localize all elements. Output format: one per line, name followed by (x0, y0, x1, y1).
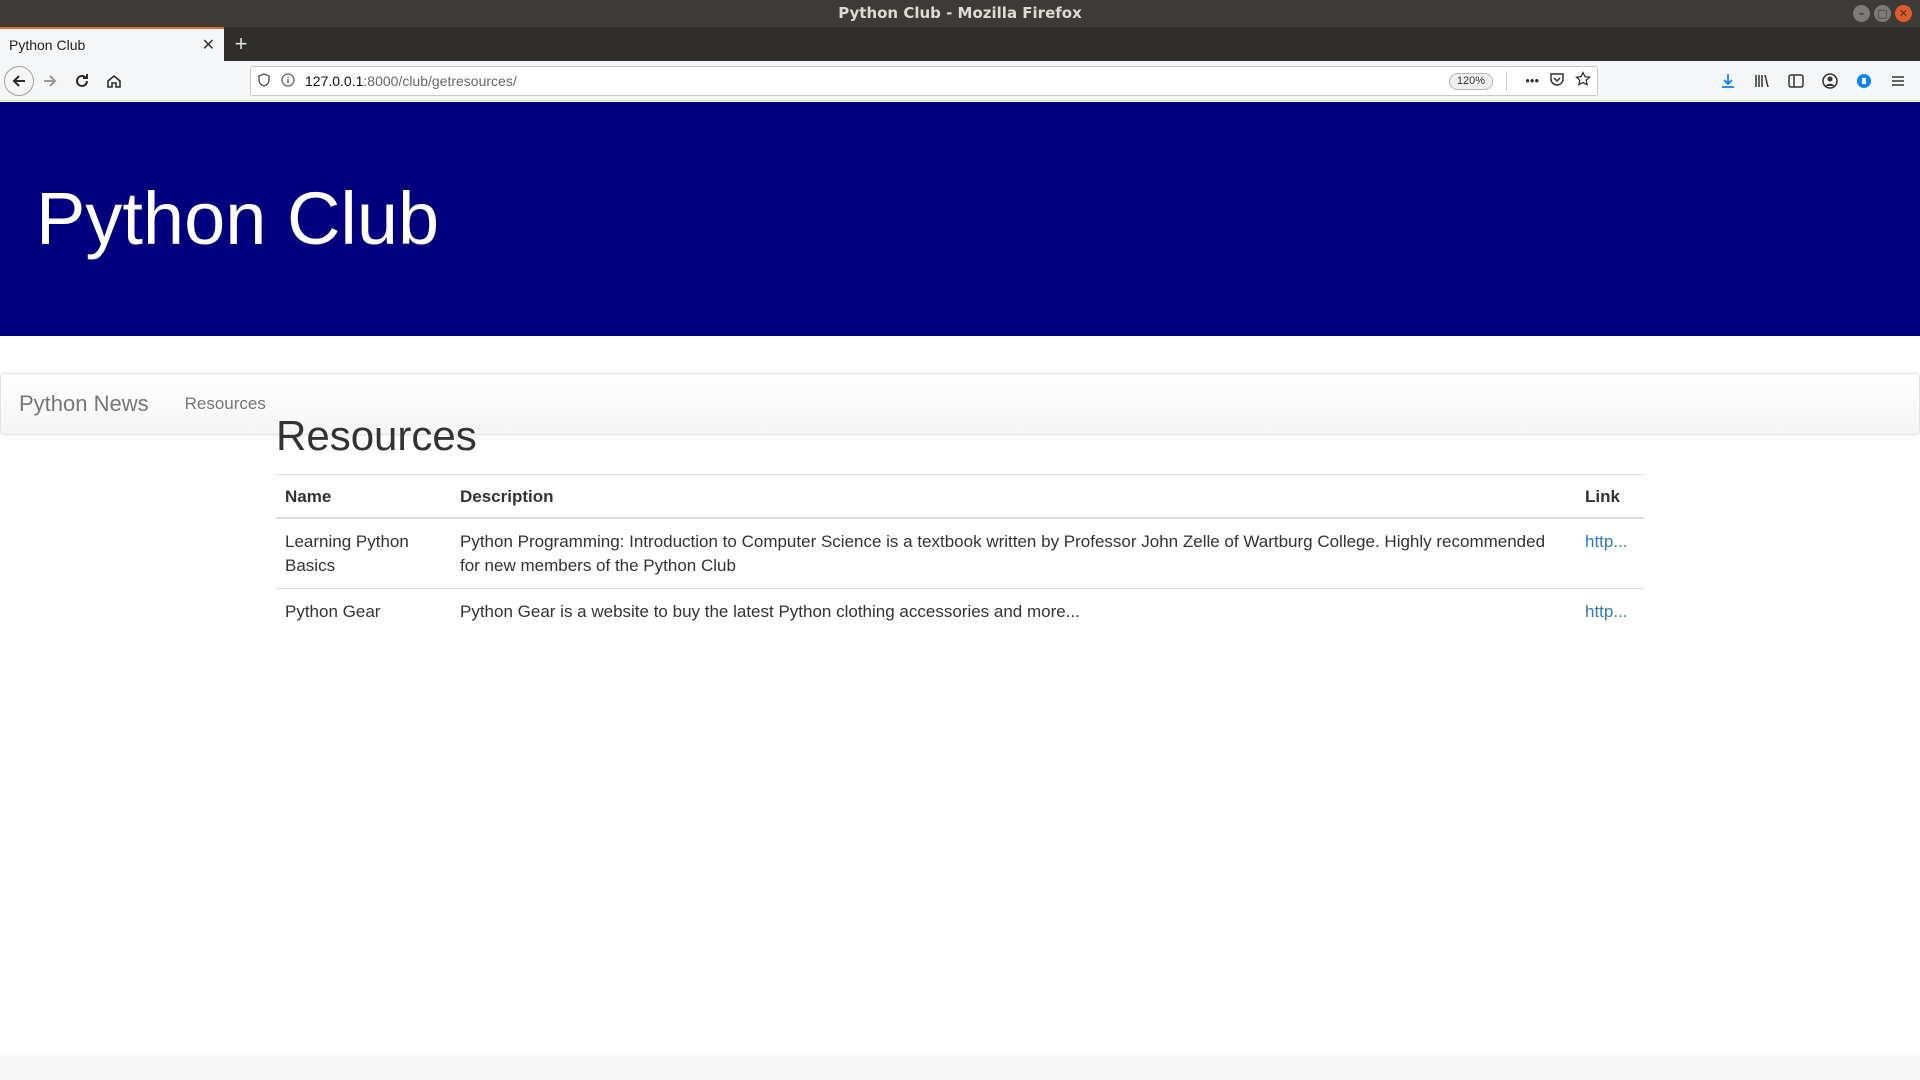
resource-description: Python Gear is a website to buy the late… (451, 588, 1576, 634)
nav-link-resources[interactable]: Resources (185, 394, 266, 414)
resource-link[interactable]: http... (1585, 602, 1628, 621)
url-path: :8000/club/getresources/ (363, 73, 517, 89)
column-header-name: Name (276, 474, 451, 519)
resource-link[interactable]: http... (1585, 532, 1628, 551)
resources-table: Name Description Link Learning Python Ba… (276, 474, 1644, 634)
site-title: Python Club (36, 177, 440, 260)
minimize-icon[interactable]: – (1853, 5, 1870, 22)
tab-strip: Python Club ✕ + (0, 27, 1920, 61)
back-icon[interactable] (4, 65, 34, 96)
tab-title: Python Club (9, 37, 86, 53)
reload-icon[interactable] (66, 65, 98, 97)
table-header-row: Name Description Link (276, 474, 1644, 519)
home-icon[interactable] (98, 65, 130, 97)
window-titlebar: Python Club - Mozilla Firefox – □ ✕ (0, 0, 1920, 27)
more-actions-icon[interactable]: ••• (1525, 71, 1539, 92)
resources-section: Resources Name Description Link Learning… (276, 412, 1644, 634)
page-footer (0, 1055, 1920, 1080)
download-icon[interactable] (1712, 65, 1744, 97)
account-icon[interactable] (1814, 65, 1846, 97)
url-host: 127.0.0.1 (305, 73, 364, 89)
resource-description: Python Programming: Introduction to Comp… (451, 517, 1576, 589)
toolbar-right (1712, 65, 1914, 97)
menu-icon[interactable] (1882, 65, 1914, 97)
extension-icon[interactable] (1848, 65, 1880, 97)
info-icon[interactable] (277, 72, 299, 90)
table-row: Learning Python Basics Python Programmin… (276, 517, 1644, 589)
forward-icon[interactable] (34, 65, 66, 97)
site-header: Python Club (0, 102, 1920, 336)
column-header-description: Description (451, 474, 1576, 519)
browser-toolbar: 127.0.0.1:8000/club/getresources/ 120% •… (0, 61, 1920, 101)
url-text[interactable]: 127.0.0.1:8000/club/getresources/ (305, 73, 517, 89)
close-tab-icon[interactable]: ✕ (202, 35, 215, 55)
page-content: Python Club Python News Resources Resour… (0, 102, 1920, 1080)
zoom-level-badge[interactable]: 120% (1448, 73, 1493, 90)
column-header-link: Link (1576, 474, 1644, 519)
tab-python-club[interactable]: Python Club ✕ (0, 27, 224, 61)
table-row: Python Gear Python Gear is a website to … (276, 588, 1644, 634)
window-controls: – □ ✕ (1853, 5, 1912, 22)
star-icon[interactable] (1574, 70, 1592, 92)
close-window-icon[interactable]: ✕ (1895, 5, 1912, 22)
window-title: Python Club - Mozilla Firefox (838, 4, 1082, 22)
sidebar-icon[interactable] (1780, 65, 1812, 97)
resource-name: Python Gear (276, 588, 451, 634)
resource-name: Learning Python Basics (276, 517, 451, 589)
brand-link[interactable]: Python News (19, 391, 149, 417)
pocket-icon[interactable] (1549, 71, 1565, 92)
url-separator (1506, 71, 1507, 91)
library-icon[interactable] (1746, 65, 1778, 97)
page-title: Resources (276, 412, 477, 459)
url-actions: ••• (1525, 70, 1592, 92)
maximize-icon[interactable]: □ (1874, 5, 1891, 22)
shield-icon[interactable] (251, 72, 277, 90)
url-bar[interactable]: 127.0.0.1:8000/club/getresources/ 120% •… (250, 66, 1598, 96)
new-tab-button[interactable]: + (224, 27, 258, 61)
